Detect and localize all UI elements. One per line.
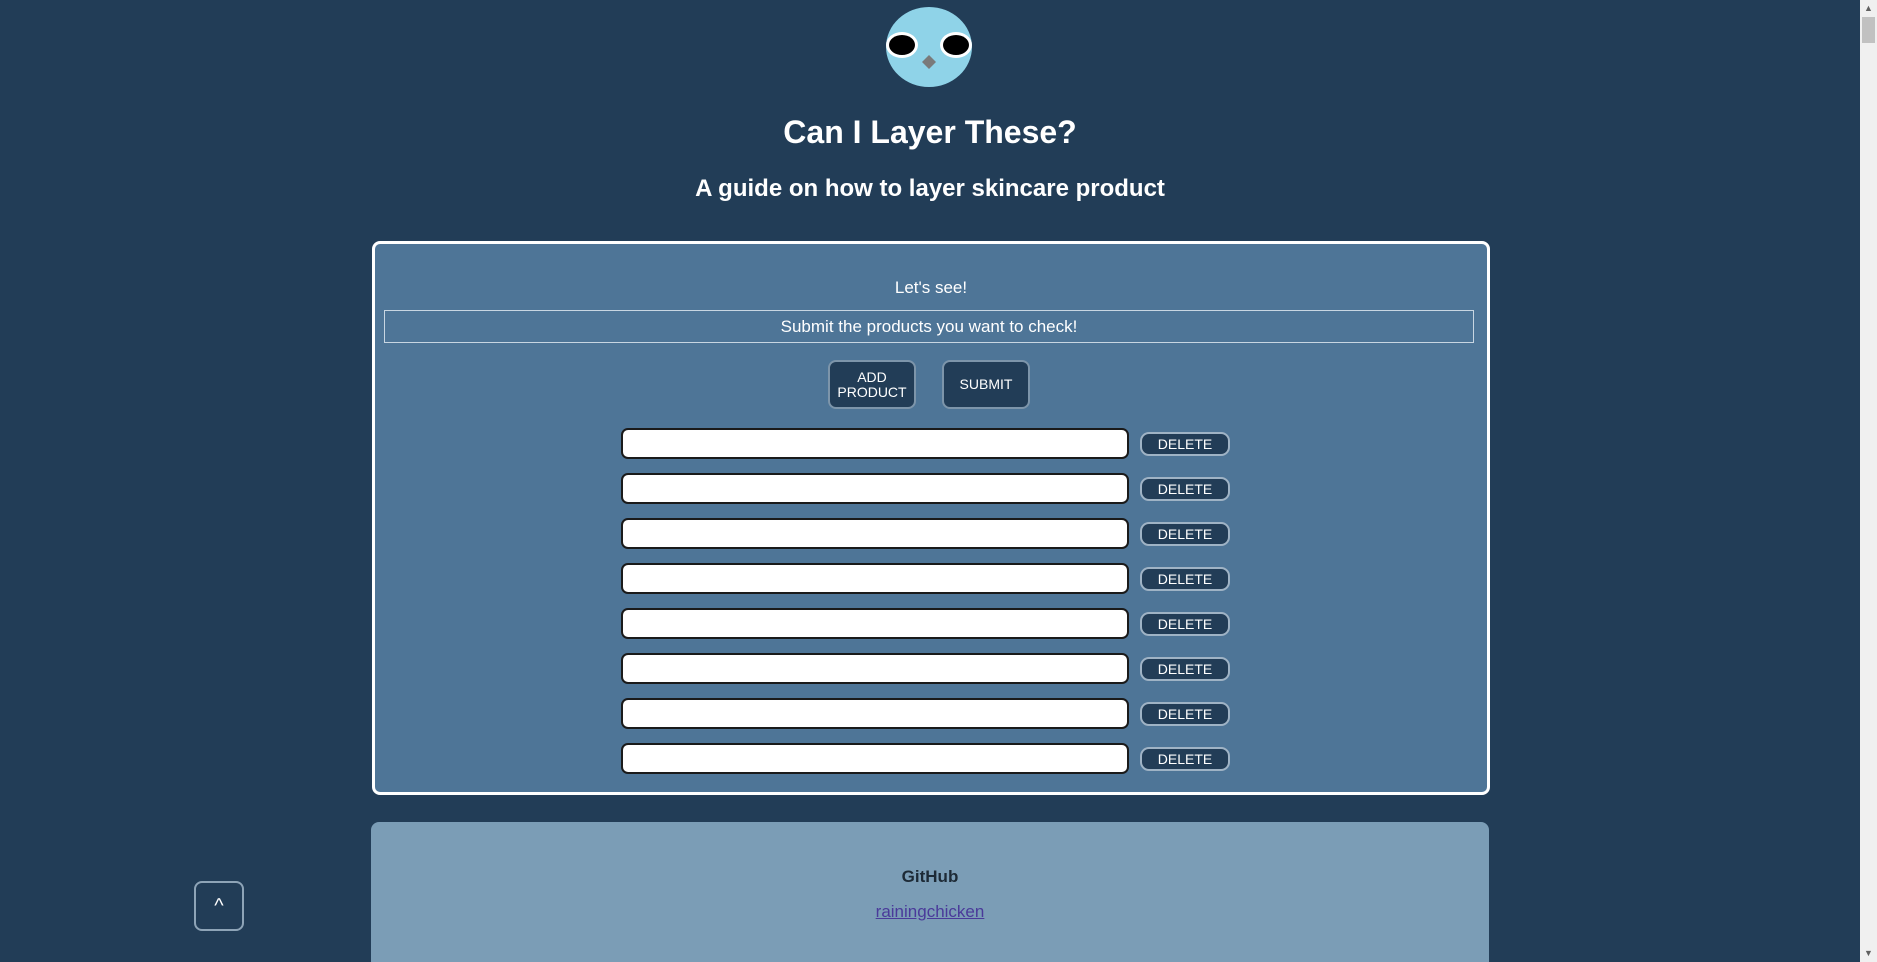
scroll-down-arrow-icon[interactable]: ▼ bbox=[1860, 945, 1877, 962]
footer-heading: GitHub bbox=[901, 867, 959, 886]
product-input[interactable] bbox=[621, 428, 1129, 459]
page-title: Can I Layer These? bbox=[783, 114, 1077, 150]
product-input[interactable] bbox=[621, 608, 1129, 639]
back-to-top-button[interactable]: ^ bbox=[194, 881, 244, 931]
delete-product-button[interactable]: DELETE bbox=[1140, 522, 1230, 546]
footer: GitHub rainingchicken bbox=[371, 822, 1489, 962]
product-check-card: Let's see! Submit the products you want … bbox=[372, 241, 1490, 795]
product-row: DELETE bbox=[375, 563, 1487, 595]
delete-product-button[interactable]: DELETE bbox=[1140, 702, 1230, 726]
instruction-banner: Submit the products you want to check! bbox=[384, 310, 1474, 343]
footer-link-container: rainingchicken bbox=[371, 902, 1489, 922]
bird-face-logo-icon bbox=[886, 7, 972, 87]
product-input[interactable] bbox=[621, 473, 1129, 504]
form-heading: Let's see! bbox=[894, 278, 968, 297]
product-input[interactable] bbox=[621, 698, 1129, 729]
delete-product-button[interactable]: DELETE bbox=[1140, 612, 1230, 636]
page-subtitle: A guide on how to layer skincare product bbox=[695, 175, 1165, 202]
product-row: DELETE bbox=[375, 743, 1487, 775]
submit-button[interactable]: SUBMIT bbox=[942, 360, 1030, 409]
product-row: DELETE bbox=[375, 653, 1487, 685]
vertical-scrollbar[interactable]: ▲ ▼ bbox=[1860, 0, 1877, 962]
scrollbar-thumb[interactable] bbox=[1862, 17, 1875, 43]
form-actions: ADD PRODUCT SUBMIT bbox=[375, 360, 1487, 410]
product-row: DELETE bbox=[375, 428, 1487, 460]
product-row: DELETE bbox=[375, 473, 1487, 505]
delete-product-button[interactable]: DELETE bbox=[1140, 657, 1230, 681]
delete-product-button[interactable]: DELETE bbox=[1140, 477, 1230, 501]
scroll-up-arrow-icon[interactable]: ▲ bbox=[1860, 0, 1877, 17]
page: Can I Layer These? A guide on how to lay… bbox=[0, 0, 1877, 962]
product-input[interactable] bbox=[621, 653, 1129, 684]
delete-product-button[interactable]: DELETE bbox=[1140, 567, 1230, 591]
product-input[interactable] bbox=[621, 743, 1129, 774]
github-link[interactable]: rainingchicken bbox=[876, 902, 985, 921]
product-input[interactable] bbox=[621, 563, 1129, 594]
product-row: DELETE bbox=[375, 698, 1487, 730]
delete-product-button[interactable]: DELETE bbox=[1140, 747, 1230, 771]
delete-product-button[interactable]: DELETE bbox=[1140, 432, 1230, 456]
product-row: DELETE bbox=[375, 518, 1487, 550]
product-input[interactable] bbox=[621, 518, 1129, 549]
add-product-button[interactable]: ADD PRODUCT bbox=[828, 360, 916, 409]
product-row: DELETE bbox=[375, 608, 1487, 640]
